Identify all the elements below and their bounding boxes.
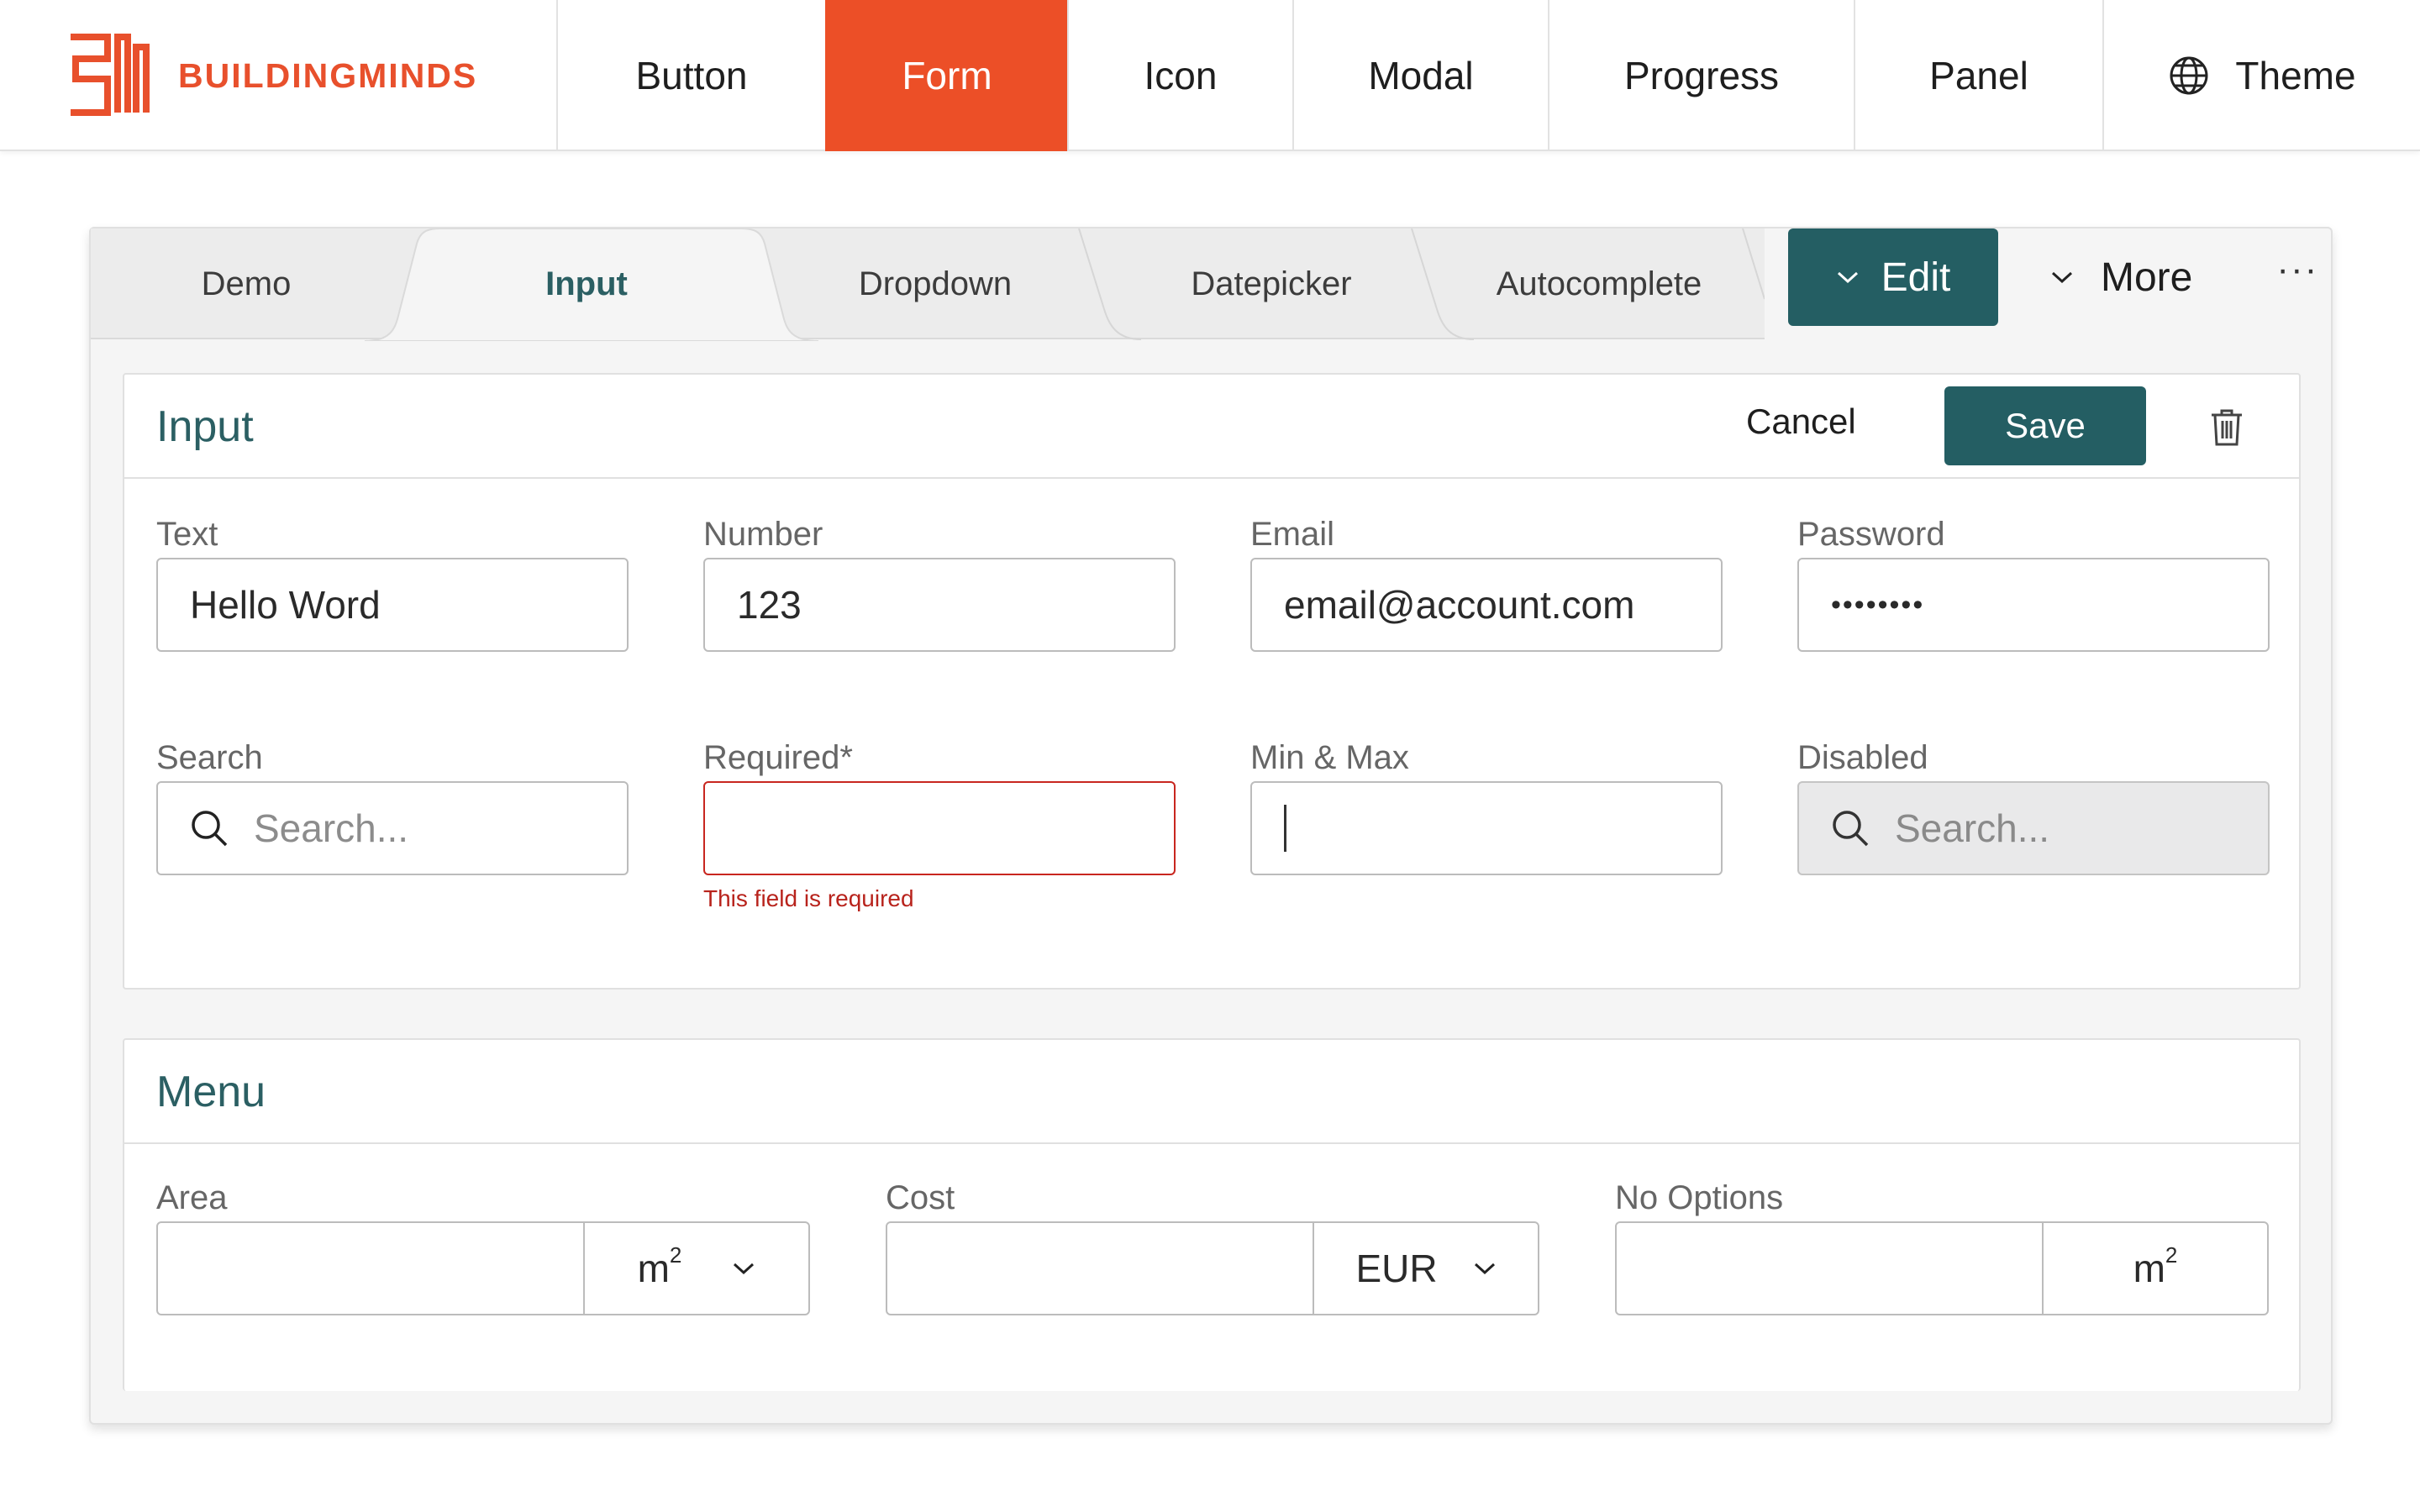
brand-logo[interactable]: BUILDINGMINDS [66, 32, 477, 119]
number-field-label: Number [703, 516, 823, 553]
brand-name: BUILDINGMINDS [178, 55, 478, 95]
tab-input[interactable]: Input [402, 228, 771, 339]
cancel-button[interactable]: Cancel [1746, 402, 1856, 442]
nav-item-progress[interactable]: Progress [1548, 0, 1854, 151]
nav-item-modal[interactable]: Modal [1292, 0, 1548, 151]
nav-item-icon[interactable]: Icon [1067, 0, 1292, 151]
text-input-value: Hello Word [190, 583, 381, 627]
chevron-down-icon [732, 1261, 755, 1276]
nav-item-theme[interactable]: Theme [2102, 0, 2420, 151]
no-options-unit: m2 [2044, 1223, 2267, 1314]
password-input[interactable]: •••••••• [1797, 558, 2270, 652]
number-input[interactable]: 123 [703, 558, 1176, 652]
tab-autocomplete[interactable]: Autocomplete [1444, 228, 1754, 339]
nav-item-form[interactable]: Form [825, 0, 1067, 151]
no-options-unit-base: m [2133, 1247, 2165, 1290]
disabled-field-label: Disabled [1797, 739, 1928, 776]
email-input[interactable]: email@account.com [1250, 558, 1723, 652]
no-options-unit-exponent: 2 [2165, 1242, 2178, 1268]
tab-datepicker[interactable]: Datepicker [1116, 228, 1427, 339]
more-button[interactable]: More [2050, 228, 2192, 326]
menu-section-header: Menu [124, 1040, 2299, 1144]
required-input[interactable] [703, 781, 1176, 875]
edit-button[interactable]: Edit [1788, 228, 1998, 326]
input-section: Input Cancel Save Text Hello Word Number [123, 373, 2301, 990]
text-field-label: Text [156, 516, 218, 553]
email-field-label: Email [1250, 516, 1335, 553]
search-input[interactable]: Search... [156, 781, 629, 875]
trash-icon[interactable] [2210, 408, 2244, 451]
more-label: More [2101, 255, 2193, 300]
buildingminds-logo-icon [66, 30, 160, 122]
currency-value: EUR [1355, 1247, 1438, 1290]
area-unit-select[interactable]: m2 [585, 1223, 808, 1314]
nav-item-panel[interactable]: Panel [1854, 0, 2102, 151]
tab-demo[interactable]: Demo [91, 228, 402, 339]
area-unit-base: m [637, 1247, 670, 1290]
tab-dropdown[interactable]: Dropdown [780, 228, 1091, 339]
overflow-menu-button[interactable]: ··· [2276, 251, 2318, 288]
globe-icon [2168, 55, 2210, 97]
area-field-label: Area [156, 1179, 228, 1216]
currency-select[interactable]: EUR [1314, 1223, 1538, 1314]
menu-section: Menu Area m2 Cost EUR No Options m2 [123, 1038, 2301, 1391]
no-options-field-label: No Options [1615, 1179, 1784, 1216]
number-input-value: 123 [737, 583, 802, 627]
minmax-input[interactable] [1250, 781, 1723, 875]
chevron-down-icon [1473, 1261, 1497, 1276]
area-input[interactable] [158, 1223, 585, 1314]
search-placeholder: Search... [254, 806, 409, 850]
text-cursor [1284, 805, 1286, 852]
no-options-unit-label: m2 [2133, 1242, 2178, 1291]
chevron-down-icon [1836, 270, 1860, 285]
password-input-value: •••••••• [1831, 588, 1925, 621]
card-actions: Edit More ··· [1788, 228, 2318, 326]
required-error-message: This field is required [703, 885, 914, 911]
input-section-header: Input Cancel Save [124, 375, 2299, 479]
text-input[interactable]: Hello Word [156, 558, 629, 652]
email-input-value: email@account.com [1284, 583, 1635, 627]
section-title: Input [156, 402, 254, 451]
area-input-group: m2 [156, 1221, 810, 1315]
form-demo-card: Demo Input Dropdown Datepicker Autocompl… [89, 227, 2333, 1425]
disabled-search-input: Search... [1797, 781, 2270, 875]
search-icon [1831, 809, 1870, 848]
cost-input-group: EUR [886, 1221, 1539, 1315]
section-title: Menu [156, 1068, 266, 1116]
disabled-placeholder: Search... [1895, 806, 2050, 850]
minmax-field-label: Min & Max [1250, 739, 1409, 776]
edit-label: Edit [1881, 255, 1951, 300]
nav-item-button[interactable]: Button [556, 0, 825, 151]
area-unit: m2 [637, 1242, 682, 1291]
no-options-input-group: m2 [1615, 1221, 2269, 1315]
chevron-down-icon [2050, 270, 2074, 285]
cost-input[interactable] [887, 1223, 1314, 1314]
cost-field-label: Cost [886, 1179, 955, 1216]
search-field-label: Search [156, 739, 263, 776]
no-options-input[interactable] [1617, 1223, 2044, 1314]
area-unit-exponent: 2 [669, 1242, 682, 1268]
tab-strip: Demo Input Dropdown Datepicker Autocompl… [91, 228, 1765, 341]
search-icon [190, 809, 229, 848]
password-field-label: Password [1797, 516, 1945, 553]
required-field-label: Required* [703, 739, 853, 776]
theme-label: Theme [2235, 54, 2356, 97]
top-navigation: BUILDINGMINDS Button Form Icon Modal Pro… [0, 0, 2420, 151]
save-button[interactable]: Save [1944, 386, 2146, 465]
